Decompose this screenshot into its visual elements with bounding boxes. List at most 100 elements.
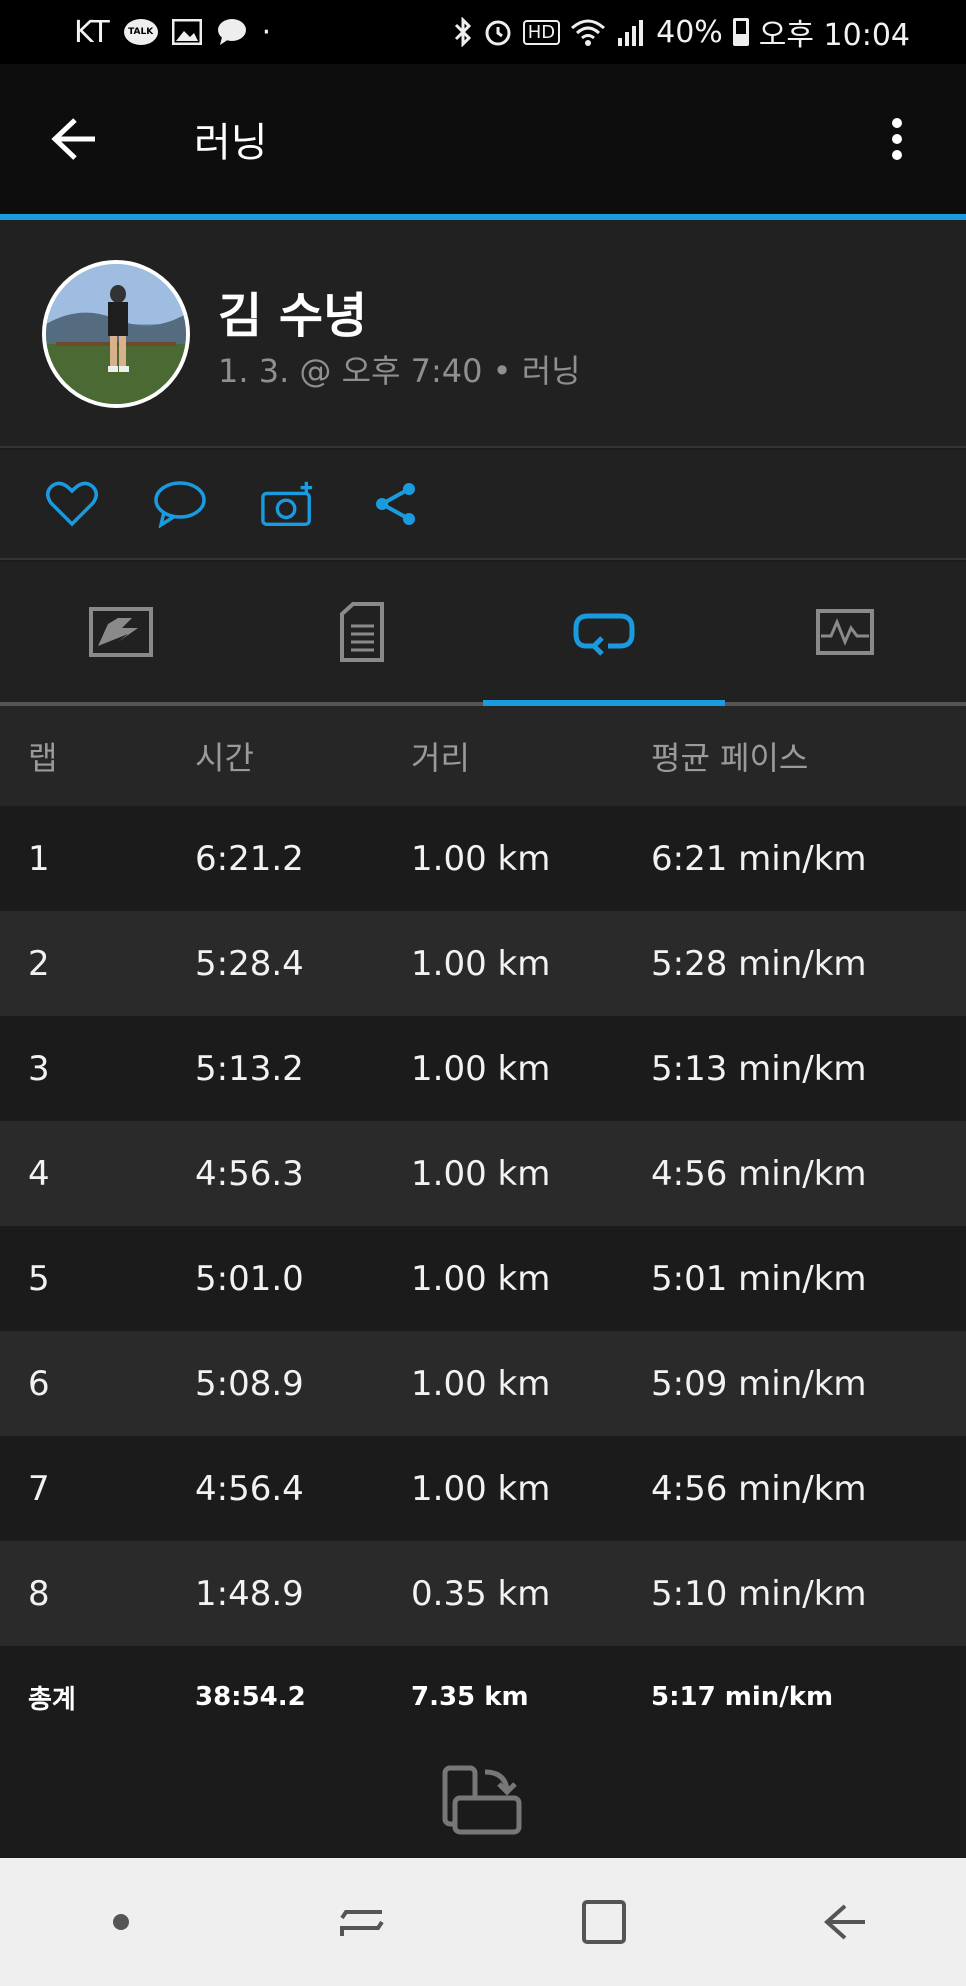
lap-distance: 0.35 km: [411, 1573, 551, 1614]
table-total-row: 총계 38:54.2 7.35 km 5:17 min/km: [0, 1646, 966, 1748]
home-button[interactable]: [544, 1872, 664, 1972]
home-square-icon: [581, 1900, 626, 1944]
total-label: 총계: [28, 1684, 76, 1715]
status-bar: KT TALK · HD 40% 오후 10:04: [0, 0, 966, 64]
chart-map-icon: [88, 607, 153, 657]
kakaotalk-icon: TALK: [123, 19, 158, 45]
lap-number: 2: [28, 943, 50, 984]
total-distance: 7.35 km: [411, 1682, 529, 1712]
bluetooth-icon: [453, 17, 473, 47]
document-list-icon: [340, 602, 385, 662]
lap-pace: 5:09 min/km: [651, 1363, 867, 1404]
like-button[interactable]: [44, 476, 100, 532]
activity-header: 김 수녕 1. 3. @ 오후 7:40 • 러닝: [0, 220, 966, 448]
table-row: 1 6:21.2 1.00 km 6:21 min/km: [0, 806, 966, 911]
system-nav-bar: [0, 1858, 966, 1986]
lap-time: 5:13.2: [195, 1048, 304, 1089]
lap-time: 1:48.9: [195, 1573, 304, 1614]
total-time: 38:54.2: [195, 1682, 306, 1712]
table-row: 3 5:13.2 1.00 km 5:13 min/km: [0, 1016, 966, 1121]
nav-dot-button[interactable]: [61, 1872, 181, 1972]
heart-icon: [46, 481, 98, 527]
table-row: 8 1:48.9 0.35 km 5:10 min/km: [0, 1541, 966, 1646]
header-time: 시간: [195, 739, 254, 777]
user-name[interactable]: 김 수녕: [218, 276, 367, 346]
lap-pace: 6:21 min/km: [651, 838, 867, 879]
table-row: 6 5:08.9 1.00 km 5:09 min/km: [0, 1331, 966, 1436]
tab-stats[interactable]: [725, 562, 966, 702]
more-vertical-icon: [892, 118, 902, 160]
header-distance: 거리: [411, 739, 470, 777]
lap-distance: 1.00 km: [411, 943, 551, 984]
battery-percent: 40%: [656, 14, 723, 50]
lap-distance: 1.00 km: [411, 1363, 551, 1404]
hd-icon: HD: [522, 19, 561, 45]
header-lap: 랩: [28, 739, 58, 777]
lap-number: 6: [28, 1363, 50, 1404]
notification-dot: ·: [261, 14, 272, 50]
rotate-screen-button[interactable]: [441, 1762, 525, 1842]
lap-time: 5:08.9: [195, 1363, 304, 1404]
activity-meta: 1. 3. @ 오후 7:40 • 러닝: [218, 352, 581, 390]
lap-number: 8: [28, 1573, 50, 1614]
share-button[interactable]: [368, 476, 424, 532]
lap-number: 4: [28, 1153, 50, 1194]
system-back-button[interactable]: [785, 1872, 905, 1972]
rotate-screen-area: [0, 1746, 966, 1858]
laps-table: 랩 시간 거리 평균 페이스 1 6:21.2 1.00 km 6:21 min…: [0, 706, 966, 1748]
header-avg-pace: 평균 페이스: [651, 739, 809, 777]
comment-button[interactable]: [152, 476, 208, 532]
table-header: 랩 시간 거리 평균 페이스: [0, 706, 966, 806]
carrier-label: KT: [74, 14, 110, 50]
back-arrow-icon: [51, 118, 95, 160]
alarm-icon: [483, 17, 513, 47]
lap-pace: 5:13 min/km: [651, 1048, 867, 1089]
stats-graph-icon: [816, 609, 875, 655]
tab-details[interactable]: [242, 562, 484, 702]
lap-pace: 5:28 min/km: [651, 943, 867, 984]
lap-time: 4:56.4: [195, 1468, 304, 1509]
activity-tabs: [0, 562, 966, 706]
tab-laps[interactable]: [483, 562, 725, 706]
screen-rotate-icon: [442, 1765, 522, 1835]
lap-pace: 4:56 min/km: [651, 1468, 867, 1509]
signal-icon: [616, 18, 646, 46]
lap-number: 5: [28, 1258, 50, 1299]
lap-pace: 4:56 min/km: [651, 1153, 867, 1194]
lap-distance: 1.00 km: [411, 1468, 551, 1509]
image-icon: [171, 19, 202, 45]
lap-time: 5:28.4: [195, 943, 304, 984]
lap-time: 4:56.3: [195, 1153, 304, 1194]
comment-icon: [154, 481, 206, 528]
lap-time: 5:01.0: [195, 1258, 304, 1299]
lap-time: 6:21.2: [195, 838, 304, 879]
add-photo-button[interactable]: [260, 476, 316, 532]
table-row: 2 5:28.4 1.00 km 5:28 min/km: [0, 911, 966, 1016]
page-title: 러닝: [194, 120, 268, 166]
table-row: 5 5:01.0 1.00 km 5:01 min/km: [0, 1226, 966, 1331]
back-icon: [824, 1904, 866, 1940]
table-row: 4 4:56.3 1.00 km 4:56 min/km: [0, 1121, 966, 1226]
lap-pace: 5:01 min/km: [651, 1258, 867, 1299]
camera-add-icon: [261, 481, 313, 526]
back-button[interactable]: [0, 64, 150, 214]
recent-apps-button[interactable]: [302, 1872, 422, 1972]
action-bar: [0, 450, 966, 560]
lap-distance: 1.00 km: [411, 1258, 551, 1299]
tab-map[interactable]: [0, 562, 242, 702]
clock: 오후 10:04: [758, 18, 910, 53]
dot-icon: [112, 1914, 129, 1930]
lap-distance: 1.00 km: [411, 1153, 551, 1194]
avatar[interactable]: [42, 260, 190, 408]
wifi-icon: [570, 18, 606, 46]
lap-distance: 1.00 km: [411, 1048, 551, 1089]
lap-pace: 5:10 min/km: [651, 1573, 867, 1614]
recent-apps-icon: [340, 1910, 384, 1936]
lap-number: 7: [28, 1468, 50, 1509]
lap-distance: 1.00 km: [411, 838, 551, 879]
table-row: 7 4:56.4 1.00 km 4:56 min/km: [0, 1436, 966, 1541]
more-options-button[interactable]: [852, 64, 942, 214]
app-bar: 러닝: [0, 64, 966, 214]
total-pace: 5:17 min/km: [651, 1682, 834, 1712]
laps-icon: [573, 613, 635, 656]
